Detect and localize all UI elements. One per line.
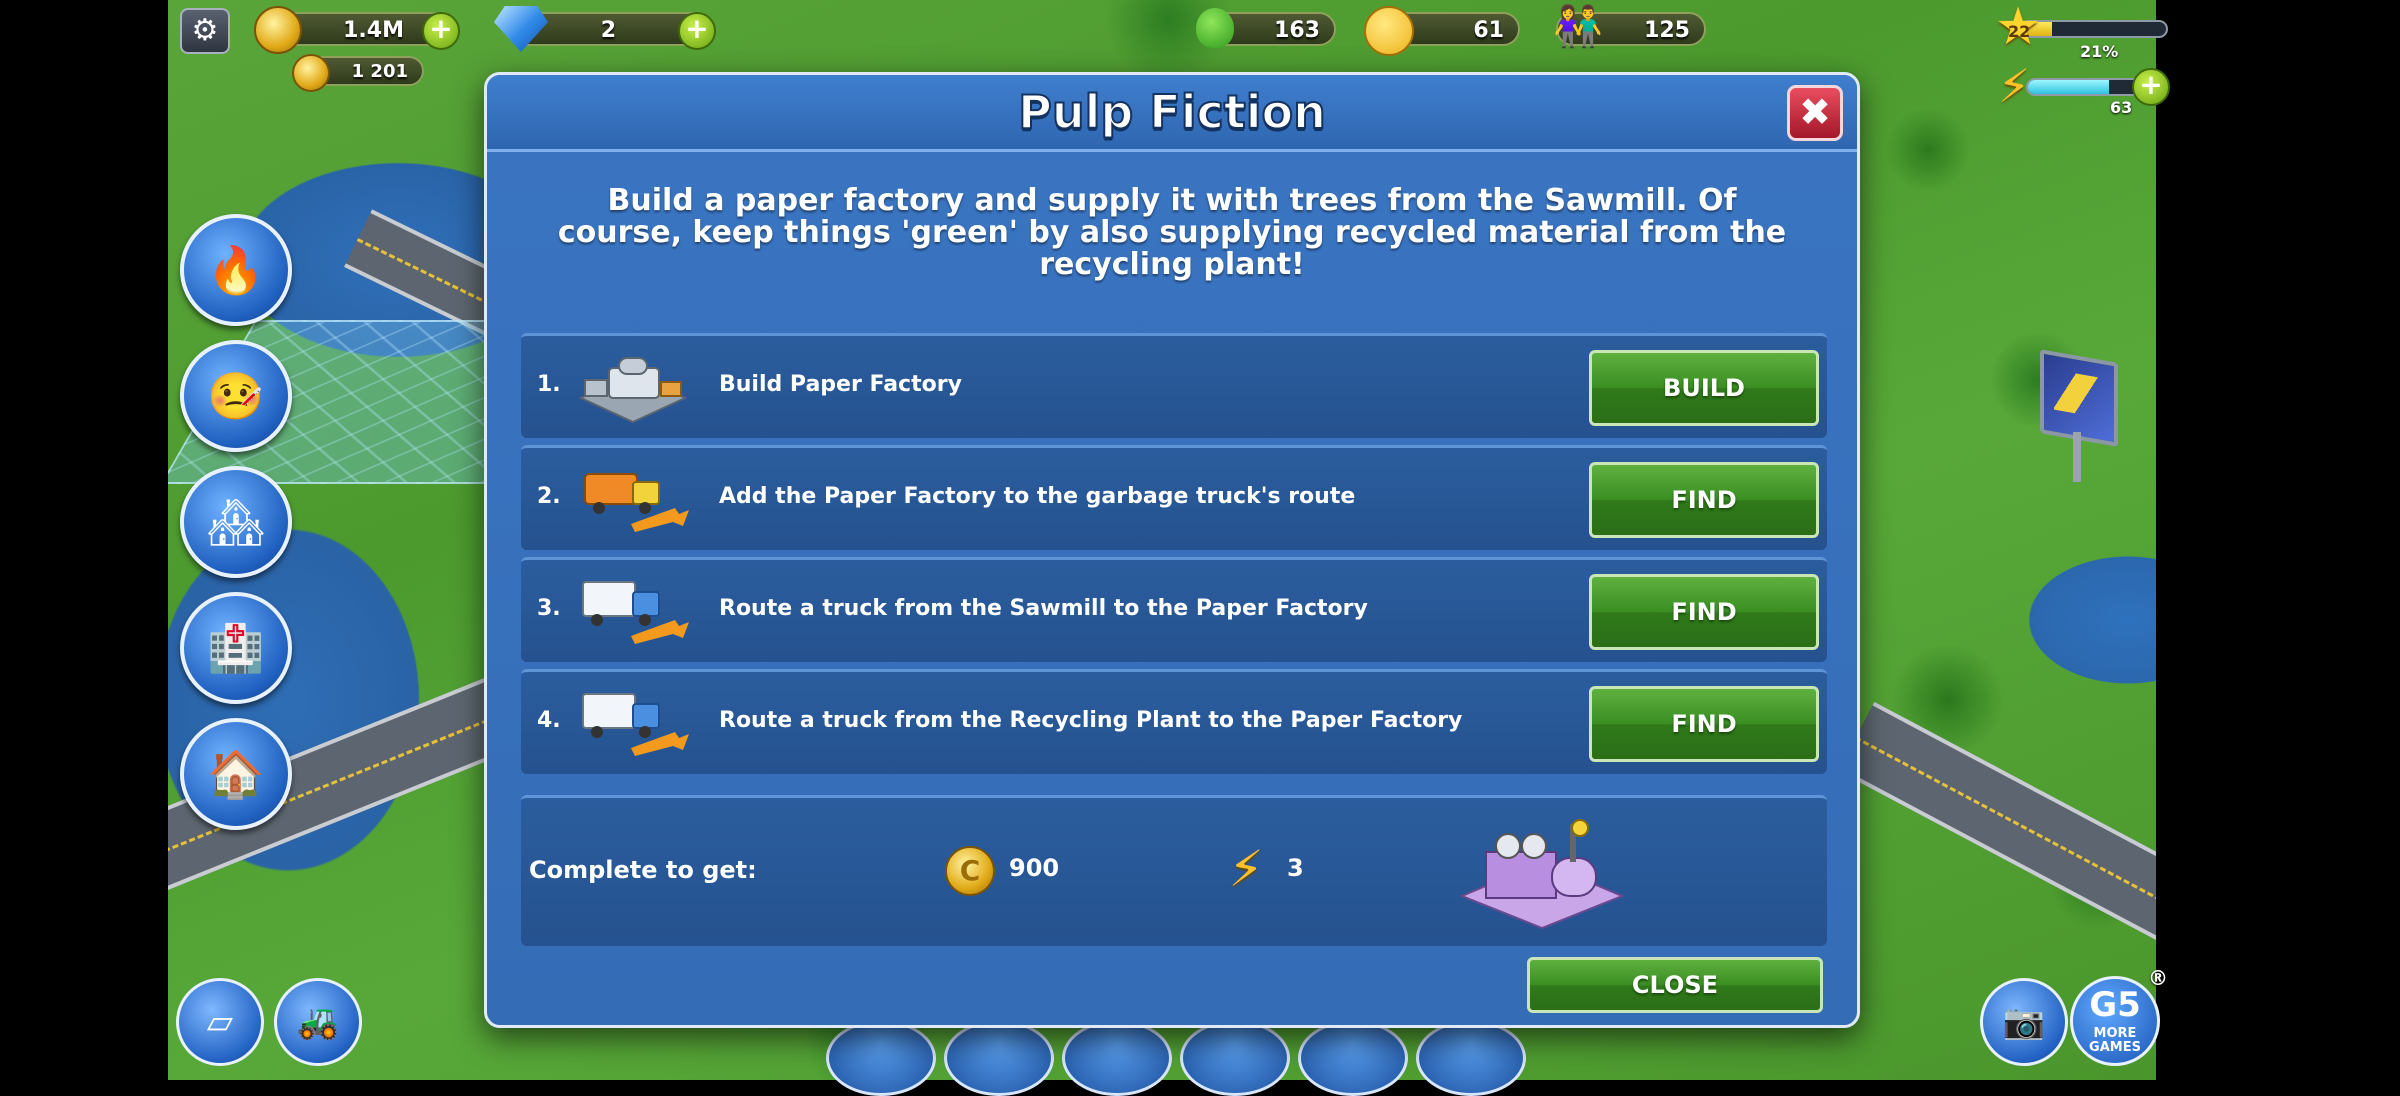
paper-factory-icon (578, 357, 688, 424)
xp-progress-bar (2020, 20, 2168, 38)
task-label: Build Paper Factory (719, 372, 962, 397)
zone-grid-button[interactable]: ▱ (176, 978, 264, 1066)
happiness-smiley-icon (1364, 6, 1414, 56)
upgrade-building-button[interactable]: 🏠 (180, 718, 292, 830)
energy-bolt-icon: ⚡ (1997, 59, 2031, 113)
buy-energy-button[interactable]: + (2132, 68, 2170, 106)
buy-coins-button[interactable]: + (422, 12, 460, 50)
task-label: Route a truck from the Recycling Plant t… (719, 708, 1463, 733)
close-button[interactable]: CLOSE (1527, 957, 1823, 1013)
coins-value: 1.4M (343, 18, 404, 43)
task-number: 1. (537, 372, 561, 397)
task-row: 3. Route a truck from the Sawmill to the… (521, 557, 1827, 662)
energy-progress-fill (2028, 80, 2110, 94)
xp-percent: 21% (2080, 42, 2119, 61)
g5-more-games-label: MORE GAMES (2089, 1026, 2141, 1055)
reward-label: Complete to get: (529, 856, 757, 884)
close-x-icon[interactable]: ✖ (1787, 85, 1843, 141)
billboard-pole (2073, 432, 2081, 482)
task-number: 2. (537, 484, 561, 509)
bottom-tab-ships[interactable] (826, 1020, 936, 1096)
tree-icon (1196, 8, 1234, 48)
bottom-tab-trains[interactable] (1180, 1020, 1290, 1096)
happiness-value: 61 (1473, 18, 1504, 43)
reward-building-icon (1459, 819, 1625, 930)
hospital-button[interactable]: 🏥 (180, 592, 292, 704)
find-button[interactable]: FIND (1589, 462, 1819, 538)
task-row: 4. Route a truck from the Recycling Plan… (521, 669, 1827, 774)
find-button[interactable]: FIND (1589, 686, 1819, 762)
energy-value: 63 (2110, 98, 2133, 117)
truck-icon (582, 693, 689, 756)
secondary-coins-icon (292, 54, 330, 92)
garbage-truck-icon (584, 473, 689, 532)
g5-more-games-button[interactable]: G5 MORE GAMES (2070, 976, 2160, 1066)
buy-gems-button[interactable]: + (678, 12, 716, 50)
sick-citizen-button[interactable]: 🤒 (180, 340, 292, 452)
task-number: 4. (537, 708, 561, 733)
g5-registered-mark: ® (2148, 966, 2168, 990)
buildings-button[interactable]: 🏘 (180, 466, 292, 578)
g5-logo: G5 (2089, 985, 2141, 1025)
bulldozer-button[interactable]: 🚜 (274, 978, 362, 1066)
reward-panel: Complete to get: C 900 ⚡ 3 (521, 795, 1827, 946)
reward-energy-bolt-icon: ⚡ (1228, 840, 1264, 898)
bottom-tab-shop[interactable] (1298, 1020, 1408, 1096)
level-value: 22 (2008, 22, 2031, 41)
road (1837, 701, 2156, 997)
quest-description: Build a paper factory and supply it with… (557, 183, 1787, 282)
quest-dialog: Pulp Fiction ✖ Build a paper factory and… (484, 72, 1860, 1028)
settings-gear-icon[interactable]: ⚙ (180, 8, 230, 54)
bottom-tab-vehicles[interactable] (944, 1020, 1054, 1096)
reward-coins-value: 900 (1009, 854, 1060, 882)
task-row: 1. Build Paper Factory BUILD (521, 333, 1827, 438)
trees-value: 163 (1274, 18, 1320, 43)
population-value: 125 (1644, 18, 1690, 43)
dialog-title: Pulp Fiction (1017, 84, 1327, 140)
build-button[interactable]: BUILD (1589, 350, 1819, 426)
task-number: 3. (537, 596, 561, 621)
camera-button[interactable]: 📷 (1980, 978, 2068, 1066)
reward-coin-icon: C (945, 846, 995, 896)
bottom-tab-trucks[interactable] (1062, 1020, 1172, 1096)
secondary-coins-value: 1 201 (351, 61, 408, 82)
bottom-tab-g5[interactable] (1416, 1020, 1526, 1096)
fire-station-button[interactable]: 🔥 (180, 214, 292, 326)
energy-progress-bar (2026, 78, 2146, 96)
task-row: 2. Add the Paper Factory to the garbage … (521, 445, 1827, 550)
task-label: Route a truck from the Sawmill to the Pa… (719, 596, 1368, 621)
coins-icon (254, 6, 302, 54)
population-people-icon: 👫 (1553, 4, 1603, 50)
reward-energy-value: 3 (1287, 854, 1304, 882)
find-button[interactable]: FIND (1589, 574, 1819, 650)
truck-icon (582, 581, 689, 644)
task-label: Add the Paper Factory to the garbage tru… (719, 484, 1356, 509)
